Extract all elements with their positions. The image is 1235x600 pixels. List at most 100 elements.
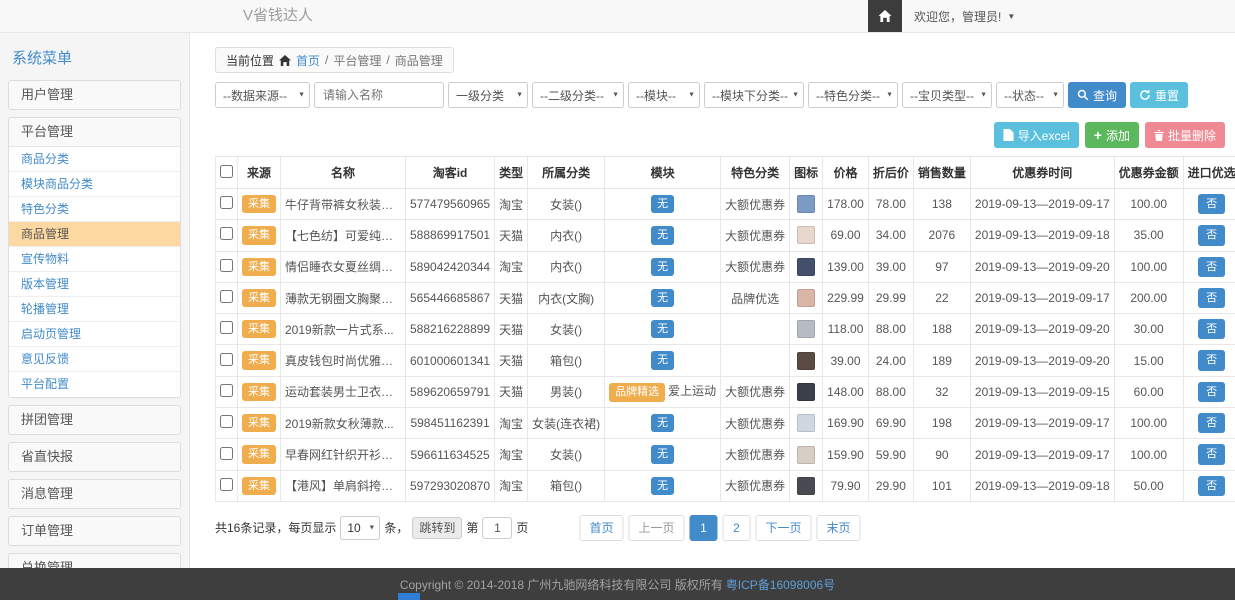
product-category: 男装() [528, 376, 605, 407]
sidebar-item[interactable]: 版本管理 [9, 272, 180, 297]
chevron-down-icon: ▼ [792, 92, 799, 99]
imported-toggle[interactable]: 否 [1198, 288, 1225, 308]
icon-cell [790, 251, 823, 282]
filter-select-special[interactable]: --特色分类--▼ [808, 82, 898, 108]
import-excel-button[interactable]: 导入excel [994, 122, 1079, 148]
filter-input-name[interactable] [314, 82, 444, 108]
reset-button[interactable]: 重置 [1130, 82, 1188, 108]
pager-item[interactable]: 1 [690, 515, 718, 541]
sidebar-group[interactable]: 平台管理 [9, 118, 180, 146]
imported-cell: 否 [1183, 345, 1235, 376]
filter-select-module-sub[interactable]: --模块下分类--▼ [704, 82, 804, 108]
footer: Copyright © 2014-2018 广州九驰网络科技有限公司 版权所有 … [0, 568, 1235, 600]
pager-item[interactable]: 末页 [817, 515, 861, 541]
sidebar-item[interactable]: 轮播管理 [9, 297, 180, 322]
jump-page-input[interactable] [482, 517, 512, 539]
product-category: 女装(连衣裙) [528, 408, 605, 439]
sidebar-menu: 用户管理平台管理商品分类模块商品分类特色分类商品管理宣传物料版本管理轮播管理启动… [8, 80, 181, 568]
filter-select-level1[interactable]: 一级分类▼ [448, 82, 528, 108]
sidebar-item[interactable]: 商品分类 [9, 147, 180, 172]
column-header: 特色分类 [721, 157, 790, 189]
filter-select-status[interactable]: --状态--▼ [996, 82, 1064, 108]
pager-item[interactable]: 2 [723, 515, 751, 541]
sidebar-item[interactable]: 平台配置 [9, 372, 180, 397]
imported-toggle[interactable]: 否 [1198, 476, 1225, 496]
row-checkbox[interactable] [220, 353, 233, 366]
product-type: 天猫 [495, 345, 528, 376]
jump-button[interactable]: 跳转到 [412, 517, 462, 539]
action-bar: 导入excel + 添加 批量删除 [215, 122, 1225, 148]
imported-toggle[interactable]: 否 [1198, 225, 1225, 245]
sidebar-item[interactable]: 启动页管理 [9, 322, 180, 347]
sidebar-group[interactable]: 订单管理 [9, 517, 180, 545]
imported-toggle[interactable]: 否 [1198, 257, 1225, 277]
imported-toggle[interactable]: 否 [1198, 382, 1225, 402]
topbar-right: 欢迎您，管理员! ▼ [868, 0, 1027, 32]
imported-toggle[interactable]: 否 [1198, 413, 1225, 433]
row-checkbox[interactable] [220, 196, 233, 209]
sidebar-group[interactable]: 用户管理 [9, 81, 180, 109]
breadcrumb-home-link[interactable]: 首页 [296, 52, 320, 69]
coupon-time: 2019-09-13—2019-09-20 [970, 251, 1114, 282]
coupon-amount: 200.00 [1114, 282, 1183, 313]
module-cell: 无 [605, 220, 721, 251]
table-row: 采集早春网红针织开衫女春...596611634525淘宝女装()无大额优惠券1… [216, 439, 1235, 470]
sidebar-group[interactable]: 消息管理 [9, 480, 180, 508]
sidebar-group[interactable]: 兑换管理 [9, 554, 180, 568]
pager-item[interactable]: 下一页 [756, 515, 812, 541]
home-button[interactable] [868, 0, 902, 32]
imported-toggle[interactable]: 否 [1198, 350, 1225, 370]
filter-select-level2[interactable]: --二级分类--▼ [532, 82, 624, 108]
sidebar-item[interactable]: 意见反馈 [9, 347, 180, 372]
copyright-text: Copyright © 2014-2018 广州九驰网络科技有限公司 版权所有 [400, 576, 723, 593]
discount-price: 69.90 [868, 408, 913, 439]
add-button[interactable]: + 添加 [1085, 122, 1139, 148]
imported-toggle[interactable]: 否 [1198, 319, 1225, 339]
icon-cell [790, 470, 823, 501]
sidebar-item[interactable]: 特色分类 [9, 197, 180, 222]
filter-select-data-source[interactable]: --数据来源--▼ [215, 82, 310, 108]
source-badge: 采集 [242, 445, 276, 463]
table-row: 采集真皮钱包时尚优雅女士...601000601341天猫箱包()无39.002… [216, 345, 1235, 376]
table-row: 采集情侣睡衣女夏丝绸男士...589042420344淘宝内衣()无大额优惠券1… [216, 251, 1235, 282]
search-button[interactable]: 查询 [1068, 82, 1126, 108]
per-page-select[interactable]: 10 ▼ [340, 516, 380, 540]
sidebar-item[interactable]: 商品管理 [9, 222, 180, 247]
jump-pre-text: 第 [466, 519, 478, 536]
imported-toggle[interactable]: 否 [1198, 444, 1225, 464]
row-checkbox[interactable] [220, 227, 233, 240]
filter-select-item-type[interactable]: --宝贝类型--▼ [902, 82, 992, 108]
sidebar-group[interactable]: 省直快报 [9, 443, 180, 471]
row-checkbox[interactable] [220, 321, 233, 334]
module-badge: 无 [651, 289, 674, 307]
product-thumbnail [797, 477, 815, 495]
row-checkbox[interactable] [220, 478, 233, 491]
product-name: 2019新款女秋薄款... [281, 408, 406, 439]
discount-price: 78.00 [868, 189, 913, 220]
per-page-value: 10 [347, 521, 360, 535]
product-type: 淘宝 [495, 189, 528, 220]
row-checkbox[interactable] [220, 447, 233, 460]
row-checkbox[interactable] [220, 259, 233, 272]
product-type: 天猫 [495, 376, 528, 407]
sidebar-item[interactable]: 模块商品分类 [9, 172, 180, 197]
sidebar-item[interactable]: 宣传物料 [9, 247, 180, 272]
imported-toggle[interactable]: 否 [1198, 194, 1225, 214]
row-checkbox[interactable] [220, 415, 233, 428]
row-checkbox[interactable] [220, 384, 233, 397]
sidebar-title: 系统菜单 [12, 47, 181, 68]
user-menu[interactable]: 欢迎您，管理员! ▼ [902, 0, 1027, 32]
pager-item[interactable]: 首页 [579, 515, 623, 541]
source-badge: 采集 [242, 414, 276, 432]
icp-link[interactable]: 粤ICP备16098006号 [726, 576, 835, 593]
filter-select-module[interactable]: --模块--▼ [628, 82, 700, 108]
checkbox-cell [216, 470, 238, 501]
sidebar-group[interactable]: 拼团管理 [9, 406, 180, 434]
sidebar-panel: 消息管理 [8, 479, 181, 509]
search-icon [1077, 89, 1089, 101]
icon-cell [790, 439, 823, 470]
module-cell: 无 [605, 282, 721, 313]
row-checkbox[interactable] [220, 290, 233, 303]
select-all-checkbox[interactable] [220, 165, 233, 178]
bulk-delete-button[interactable]: 批量删除 [1145, 122, 1225, 148]
